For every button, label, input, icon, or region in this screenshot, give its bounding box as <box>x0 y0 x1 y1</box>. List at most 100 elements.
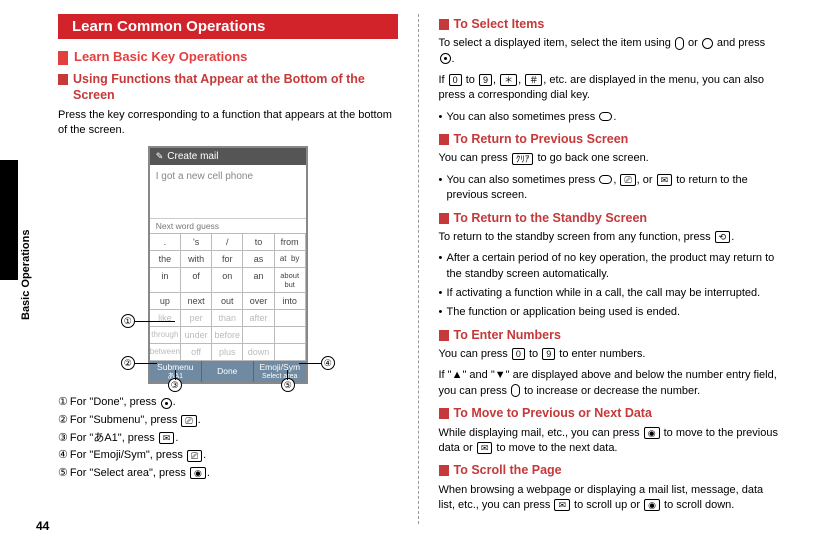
mail-key-icon: ✉ <box>477 442 493 454</box>
key-0-icon: 0 <box>449 74 462 86</box>
heading-text: Using Functions that Appear at the Botto… <box>73 71 398 104</box>
heading-text: To Select Items <box>454 16 545 32</box>
body-text: When browsing a webpage or displaying a … <box>439 483 779 514</box>
section-return-standby: To Return to the Standby Screen To retur… <box>439 210 779 321</box>
callout-2-line <box>135 363 157 364</box>
heading-text: To Return to Previous Screen <box>454 131 629 147</box>
callout-2: ② <box>121 356 135 370</box>
heading-marker <box>439 465 449 476</box>
heading-marker <box>439 213 449 224</box>
softkey-right: Emoji/SymSelect area <box>254 361 306 382</box>
bullet-item: •If activating a function while in a cal… <box>439 286 779 301</box>
clear-key-icon: ｸﾘｱ <box>512 153 534 165</box>
fourway-key-icon <box>702 38 713 49</box>
callout-3: ③ <box>168 378 182 392</box>
left-key-icon <box>599 175 612 184</box>
heading-marker <box>58 51 68 65</box>
legend-text: For "Select area", press <box>70 465 186 483</box>
heading-text: To Move to Previous or Next Data <box>454 405 652 421</box>
phone-title-text: Create mail <box>167 151 218 162</box>
web-key-icon: ◉ <box>644 499 660 511</box>
bullet-item: •After a certain period of no key operat… <box>439 251 779 282</box>
legend-row-2: ②For "Submenu", press ⎚. <box>58 412 398 430</box>
key-9-icon: 9 <box>479 74 492 86</box>
heading-marker <box>439 19 449 30</box>
phone-hint-text: Next word guess <box>150 219 306 233</box>
legend-text: For "Emoji/Sym", press <box>70 447 183 465</box>
right-key-icon <box>599 112 612 121</box>
body-text: You can press ｸﾘｱ to go back one screen. <box>439 151 779 166</box>
callout-1-line <box>135 321 175 322</box>
callout-4-line <box>299 363 321 364</box>
bullet-item: •The function or application being used … <box>439 305 779 320</box>
center-key-icon <box>161 398 172 409</box>
heading-marker <box>439 408 449 419</box>
page-number: 44 <box>36 519 49 533</box>
body-text: If "▲" and "▼" are displayed above and b… <box>439 368 779 399</box>
soft1-key-icon: ⎚ <box>620 174 635 186</box>
heading-using-functions: Using Functions that Appear at the Botto… <box>58 71 398 104</box>
side-tab-marker <box>0 160 18 280</box>
phone-titlebar: Create mail <box>150 148 306 165</box>
heading-marker <box>439 134 449 145</box>
key-0-icon: 0 <box>512 348 525 360</box>
body-text: You can press 0 to 9 to enter numbers. <box>439 347 779 362</box>
legend-text: For "Done", press <box>70 394 157 412</box>
heading-marker <box>58 74 68 85</box>
callout-5: ⑤ <box>281 378 295 392</box>
callout-legend: ①For "Done", press . ②For "Submenu", pre… <box>58 394 398 482</box>
legend-text: For "あA1", press <box>70 430 155 448</box>
callout-4: ④ <box>321 356 335 370</box>
callout-3-line <box>175 370 176 380</box>
mail-key-icon: ✉ <box>554 499 570 511</box>
section-move-data: To Move to Previous or Next Data While d… <box>439 405 779 456</box>
soft1-key-icon: ⎚ <box>181 415 196 427</box>
body-text: To return to the standby screen from any… <box>439 230 779 245</box>
bullet-item: •You can also sometimes press , ⎚, or ✉ … <box>439 173 779 204</box>
updown-key-icon <box>511 384 520 397</box>
heading-learn-basic: Learn Basic Key Operations <box>58 49 398 65</box>
callout-1: ① <box>121 314 135 328</box>
web-key-icon: ◉ <box>644 427 660 439</box>
soft2-key-icon: ⎚ <box>187 450 202 462</box>
phone-screen: Create mail I got a new cell phone Next … <box>148 146 308 384</box>
section-select-items: To Select Items To select a displayed it… <box>439 16 779 125</box>
mail-key-icon: ✉ <box>159 432 175 444</box>
key-star-icon: ＊ <box>500 74 517 86</box>
heading-text: To Scroll the Page <box>454 462 562 478</box>
heading-text: Learn Basic Key Operations <box>74 49 247 64</box>
side-section-label: Basic Operations <box>20 160 34 320</box>
prediction-grid: .'s/tofrom thewithforasat by inofonanabo… <box>150 233 306 361</box>
right-column: To Select Items To select a displayed it… <box>439 14 779 524</box>
section-scroll-page: To Scroll the Page When browsing a webpa… <box>439 462 779 513</box>
phone-input-text: I got a new cell phone <box>150 165 306 219</box>
mail-key-icon: ✉ <box>657 174 673 186</box>
heading-text: To Enter Numbers <box>454 327 561 343</box>
callout-5-line <box>287 370 288 380</box>
heading-learn-common: Learn Common Operations <box>58 14 398 39</box>
two-column-layout: Learn Common Operations Learn Basic Key … <box>58 14 778 524</box>
legend-text: For "Submenu", press <box>70 412 177 430</box>
key-9-icon: 9 <box>542 348 555 360</box>
legend-row-4: ④For "Emoji/Sym", press ⎚. <box>58 447 398 465</box>
end-key-icon: ⟲ <box>715 231 731 243</box>
bullet-item: •You can also sometimes press . <box>439 110 779 125</box>
body-text: While displaying mail, etc., you can pre… <box>439 426 779 457</box>
softkey-mid: Done <box>202 361 254 382</box>
center-key-icon <box>440 53 451 64</box>
heading-text: To Return to the Standby Screen <box>454 210 648 226</box>
key-hash-icon: ＃ <box>525 74 542 86</box>
left-column: Learn Common Operations Learn Basic Key … <box>58 14 398 524</box>
legend-row-3: ③For "あA1", press ✉. <box>58 430 398 448</box>
legend-row-5: ⑤For "Select area", press ◉. <box>58 465 398 483</box>
section-return-previous: To Return to Previous Screen You can pre… <box>439 131 779 203</box>
updown-key-icon <box>675 37 684 50</box>
body-text: To select a displayed item, select the i… <box>439 36 779 67</box>
column-divider <box>418 14 419 524</box>
web-key-icon: ◉ <box>190 467 206 479</box>
section-enter-numbers: To Enter Numbers You can press 0 to 9 to… <box>439 327 779 399</box>
heading-marker <box>439 330 449 341</box>
legend-row-1: ①For "Done", press . <box>58 394 398 412</box>
body-using-functions: Press the key corresponding to a functio… <box>58 108 398 139</box>
body-text: If 0 to 9, ＊, ＃, etc. are displayed in t… <box>439 73 779 104</box>
